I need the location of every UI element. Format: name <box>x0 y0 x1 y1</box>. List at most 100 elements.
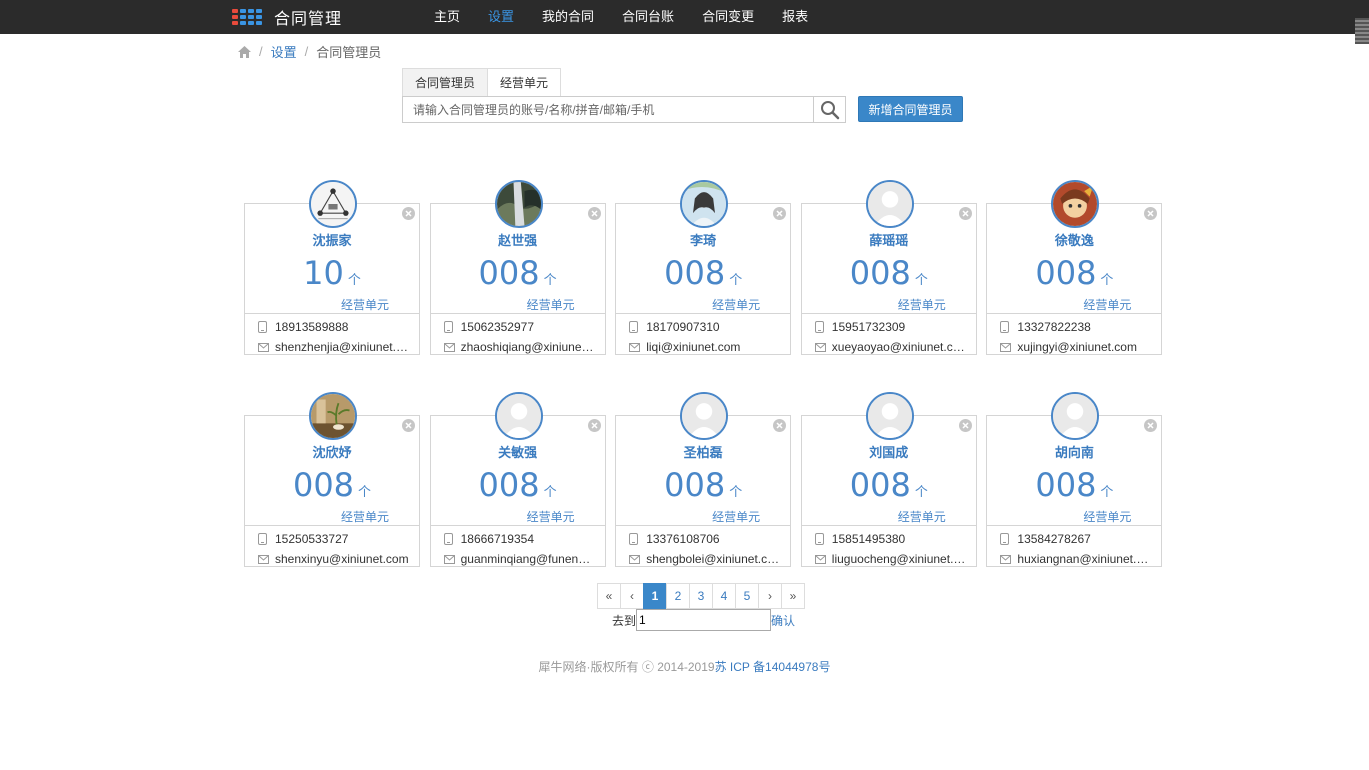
breadcrumb-settings-link[interactable]: 设置 <box>271 42 297 61</box>
admin-card[interactable]: 沈振家 10 个经营单元 18913589888 shenzhenjia@xiniune… <box>244 180 420 357</box>
close-icon <box>405 422 412 429</box>
goto-label: 去到 <box>612 613 637 628</box>
admin-card[interactable]: 胡向南 008 个经营单元 13584278267 huxiangnan@xiniune… <box>986 392 1163 567</box>
admin-card[interactable]: 沈欣妤 008 个经营单元 15250533727 shenxinyu@xiniunet… <box>244 392 420 567</box>
close-icon <box>776 210 783 217</box>
admin-phone: 18666719354 <box>460 532 535 546</box>
page-button[interactable]: 2 <box>666 583 690 609</box>
unit-count: 008 个 <box>616 254 790 292</box>
page-jump: 去到 确认 <box>612 609 795 631</box>
business-unit-link[interactable]: 经营单元 <box>527 508 575 525</box>
nav-item[interactable]: 合同变更 <box>688 0 768 34</box>
first-page-button[interactable]: « <box>597 583 621 609</box>
page-button[interactable]: 5 <box>735 583 759 609</box>
add-contract-admin-button[interactable]: 新增合同管理员 <box>858 96 963 122</box>
nav-item[interactable]: 报表 <box>768 0 822 34</box>
admin-card[interactable]: 关敏强 008 个经营单元 18666719354 guanminqiang@funen… <box>429 392 606 567</box>
admin-name[interactable]: 刘国成 <box>802 442 976 461</box>
admin-card[interactable]: 圣柏磊 008 个经营单元 13376108706 shengbolei@xiniune… <box>615 392 792 567</box>
goto-page-input[interactable] <box>636 609 772 631</box>
admin-name[interactable]: 赵世强 <box>431 230 605 249</box>
business-unit-link[interactable]: 经营单元 <box>898 296 946 313</box>
remove-admin-button[interactable] <box>402 419 415 432</box>
nav-item[interactable]: 设置 <box>474 0 528 34</box>
page-button[interactable]: 3 <box>689 583 713 609</box>
unit-count-value: 10 <box>303 254 344 292</box>
admin-name[interactable]: 圣柏磊 <box>616 442 790 461</box>
nav-item[interactable]: 主页 <box>420 0 474 34</box>
nav-item[interactable]: 我的合同 <box>528 0 608 34</box>
phone-icon <box>258 321 269 333</box>
business-unit-link[interactable]: 经营单元 <box>1083 296 1131 313</box>
search-input[interactable] <box>403 97 813 122</box>
business-unit-link[interactable]: 经营单元 <box>712 296 760 313</box>
tab-business-units[interactable]: 经营单元 <box>488 68 562 96</box>
remove-admin-button[interactable] <box>773 207 787 220</box>
page-button[interactable]: 1 <box>643 583 667 609</box>
logo-dot <box>256 8 262 13</box>
avatar[interactable] <box>865 392 914 440</box>
avatar[interactable] <box>309 392 357 440</box>
page-button[interactable]: 4 <box>712 583 736 609</box>
business-unit-link[interactable]: 经营单元 <box>1083 508 1131 525</box>
unit-count: 008 个 <box>431 254 605 292</box>
admin-name[interactable]: 沈振家 <box>245 230 419 249</box>
remove-admin-button[interactable] <box>958 419 972 432</box>
prev-page-button[interactable]: ‹ <box>620 583 644 609</box>
home-icon[interactable] <box>238 45 251 58</box>
admin-name[interactable]: 关敏强 <box>431 442 605 461</box>
admin-name[interactable]: 薛瑶瑶 <box>802 230 976 249</box>
business-unit-link[interactable]: 经营单元 <box>527 296 575 313</box>
remove-admin-button[interactable] <box>773 419 787 432</box>
avatar[interactable] <box>309 180 357 228</box>
admin-card[interactable]: 赵世强 008 个经营单元 15062352977 zhaoshiqiang@xiniu… <box>429 180 606 355</box>
admin-phone: 15250533727 <box>275 532 349 546</box>
admin-card[interactable]: 薛瑶瑶 008 个经营单元 15951732309 xueyaoyao@xiniunet… <box>800 180 977 355</box>
business-unit-link[interactable]: 经营单元 <box>898 508 946 525</box>
remove-admin-button[interactable] <box>1144 419 1158 432</box>
admin-name[interactable]: 徐敬逸 <box>987 230 1161 249</box>
business-unit-link[interactable]: 经营单元 <box>712 508 760 525</box>
nav-item[interactable]: 合同台账 <box>608 0 688 34</box>
unit-count-suffix: 个 <box>729 272 743 287</box>
unit-count-value: 008 <box>478 466 540 504</box>
remove-admin-button[interactable] <box>402 207 415 220</box>
contact-info: 18913589888 shenzhenjia@xiniunet.com <box>245 313 419 357</box>
admin-card[interactable]: 刘国成 008 个经营单元 15851495380 liuguocheng@xiniun… <box>800 392 977 567</box>
admin-name[interactable]: 胡向南 <box>987 442 1161 461</box>
app-logo[interactable]: 合同管理 <box>232 5 342 29</box>
avatar[interactable] <box>680 180 729 228</box>
admin-name[interactable]: 李琦 <box>616 230 790 249</box>
logo-dot <box>248 8 254 13</box>
search-button[interactable] <box>813 97 845 122</box>
scrollbar-grip[interactable] <box>1355 18 1369 44</box>
footer-icp-link[interactable]: 苏 ICP 备14044978号 <box>715 660 831 674</box>
business-unit-link[interactable]: 经营单元 <box>341 508 389 525</box>
remove-admin-button[interactable] <box>958 207 972 220</box>
goto-confirm-link[interactable]: 确认 <box>771 612 795 629</box>
admin-card[interactable]: 李琦 008 个经营单元 18170907310 liqi@xiniunet.com <box>615 180 792 355</box>
admin-email: shenxinyu@xiniunet.com <box>275 552 409 566</box>
unit-count-value: 008 <box>478 254 540 292</box>
unit-count-value: 008 <box>849 466 911 504</box>
remove-admin-button[interactable] <box>587 207 601 220</box>
admin-email: huxiangnan@xiniunet.com <box>1017 552 1154 566</box>
next-page-button[interactable]: › <box>758 583 782 609</box>
avatar[interactable] <box>865 180 914 228</box>
business-unit-link[interactable]: 经营单元 <box>341 296 389 313</box>
phone-icon <box>814 533 826 545</box>
remove-admin-button[interactable] <box>1144 207 1158 220</box>
avatar[interactable] <box>1051 180 1100 228</box>
admin-card[interactable]: 徐敬逸 008 个经营单元 13327822238 xujingyi@xiniunet.… <box>986 180 1163 355</box>
avatar[interactable] <box>1051 392 1100 440</box>
remove-admin-button[interactable] <box>587 419 601 432</box>
tab-contract-admins[interactable]: 合同管理员 <box>402 68 489 96</box>
close-icon <box>1147 210 1154 217</box>
last-page-button[interactable]: » <box>781 583 805 609</box>
avatar[interactable] <box>680 392 729 440</box>
admin-name[interactable]: 沈欣妤 <box>245 442 419 461</box>
close-icon <box>962 210 969 217</box>
breadcrumb: / 设置 / 合同管理员 <box>238 42 381 61</box>
avatar[interactable] <box>494 392 543 440</box>
avatar[interactable] <box>494 180 543 228</box>
